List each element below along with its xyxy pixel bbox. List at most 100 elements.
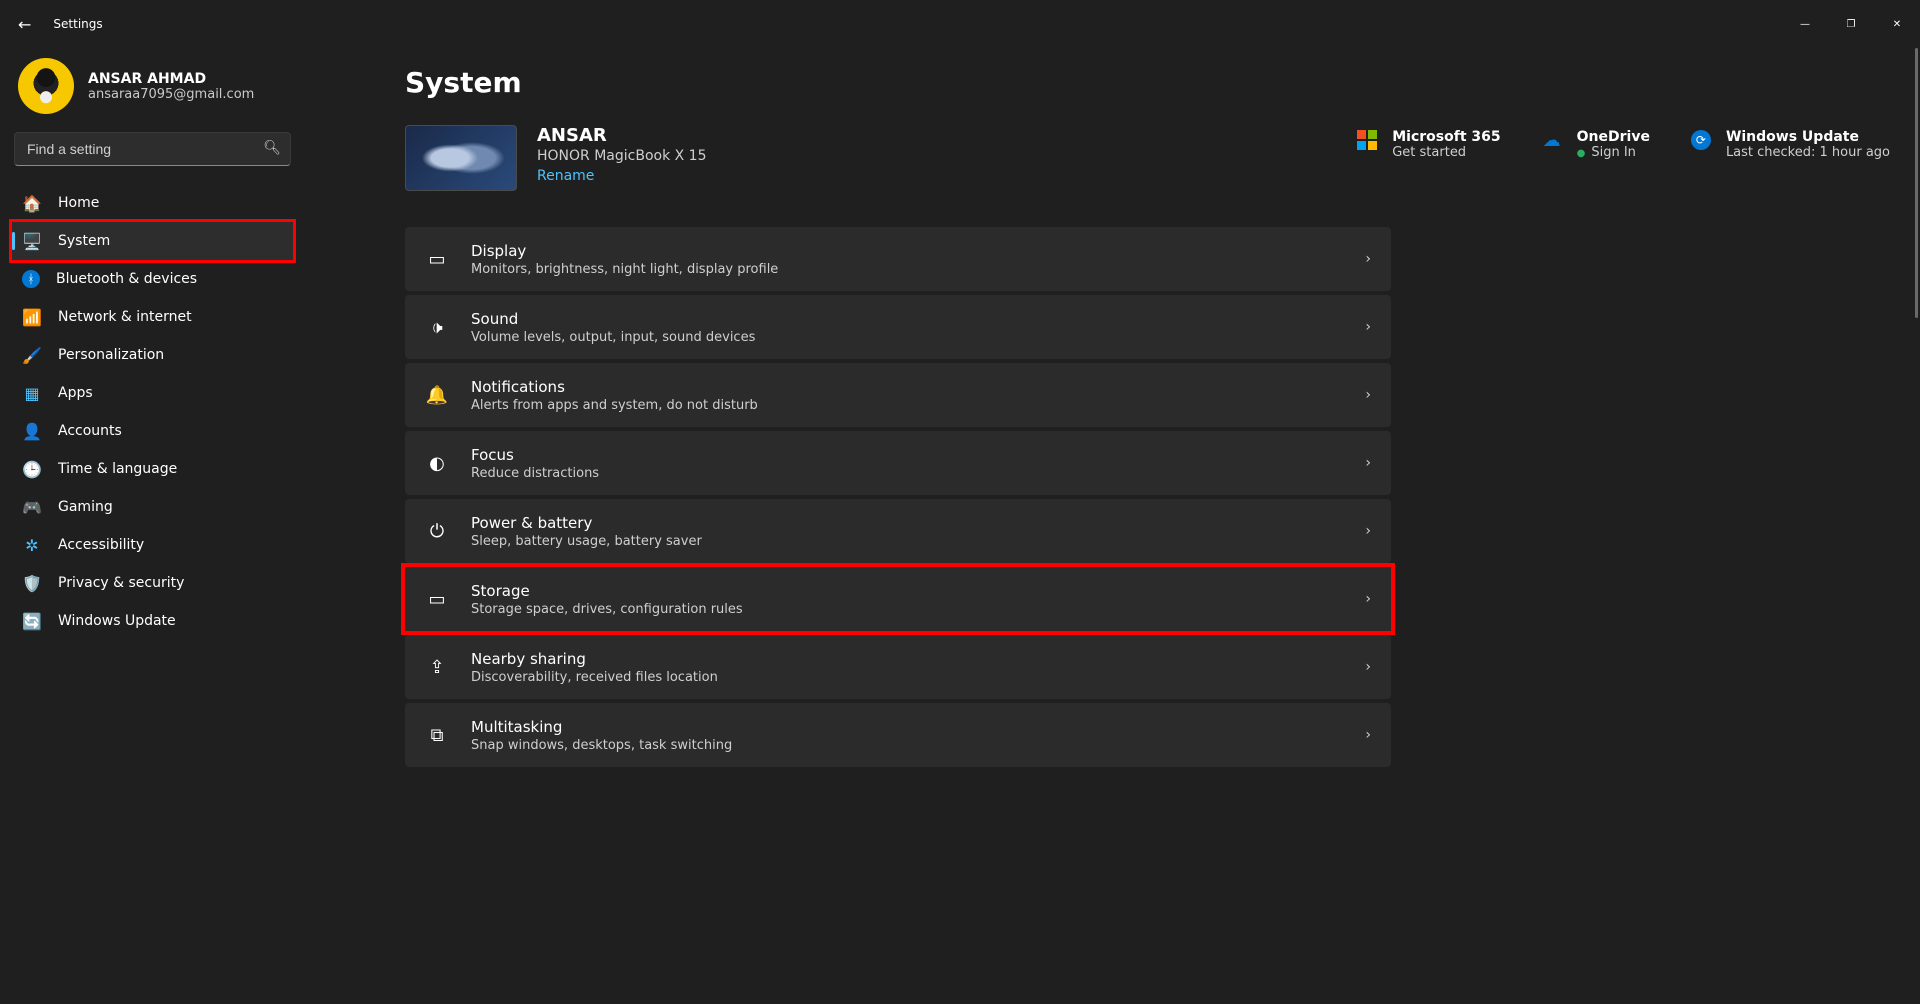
setting-display[interactable]: ▭DisplayMonitors, brightness, night ligh… <box>405 227 1391 291</box>
sound-icon: 🕩 <box>425 317 449 338</box>
sidebar-item-label: Home <box>58 195 99 211</box>
back-button[interactable]: ← <box>18 15 31 34</box>
app-title: Settings <box>53 17 102 31</box>
chevron-right-icon: › <box>1365 727 1371 743</box>
nearby-icon: ⇪ <box>425 657 449 678</box>
sidebar-item-time[interactable]: 🕒 Time & language <box>12 450 293 488</box>
pc-name: ANSAR <box>537 125 707 146</box>
user-block[interactable]: ANSAR AHMAD ansaraa7095@gmail.com <box>12 58 293 132</box>
sidebar-item-update[interactable]: 🔄 Windows Update <box>12 602 293 640</box>
cloud-icon: ☁ <box>1541 129 1563 151</box>
sidebar-item-bluetooth[interactable]: ᚼ Bluetooth & devices <box>12 260 293 298</box>
search-wrap: 🔍︎ <box>14 132 291 166</box>
user-name: ANSAR AHMAD <box>88 71 254 87</box>
chevron-right-icon: › <box>1365 591 1371 607</box>
promo-ms365-sub: Get started <box>1392 145 1500 160</box>
setting-subtitle: Sleep, battery usage, battery saver <box>471 534 1343 549</box>
chevron-right-icon: › <box>1365 387 1371 403</box>
sidebar-item-apps[interactable]: ▦ Apps <box>12 374 293 412</box>
setting-nearby[interactable]: ⇪Nearby sharingDiscoverability, received… <box>405 635 1391 699</box>
sidebar-item-personalization[interactable]: 🖌️ Personalization <box>12 336 293 374</box>
minimize-button[interactable]: — <box>1782 8 1828 40</box>
promo-winupdate-sub: Last checked: 1 hour ago <box>1726 145 1890 160</box>
setting-title: Display <box>471 242 1343 260</box>
setting-sound[interactable]: 🕩SoundVolume levels, output, input, soun… <box>405 295 1391 359</box>
window-controls: — ❐ ✕ <box>1782 8 1920 40</box>
sidebar-item-network[interactable]: 📶 Network & internet <box>12 298 293 336</box>
home-icon: 🏠 <box>22 194 42 213</box>
close-button[interactable]: ✕ <box>1874 8 1920 40</box>
sidebar-item-accounts[interactable]: 👤Accounts <box>12 412 293 450</box>
update-icon: 🔄 <box>22 612 42 631</box>
setting-multitasking[interactable]: ⧉ Multitasking Snap windows, desktops, tas… <box>405 703 1391 767</box>
sidebar-item-label: System <box>58 233 110 249</box>
chevron-right-icon: › <box>1365 659 1371 675</box>
scrollbar-thumb[interactable] <box>1915 48 1918 318</box>
privacy-icon: 🛡️ <box>22 574 42 593</box>
setting-focus[interactable]: ◐ Focus Reduce distractions › <box>405 431 1391 495</box>
maximize-button[interactable]: ❐ <box>1828 8 1874 40</box>
search-input[interactable] <box>14 132 291 166</box>
chevron-right-icon: › <box>1365 455 1371 471</box>
sidebar-item-accessibility[interactable]: ✲Accessibility <box>12 526 293 564</box>
setting-subtitle: Storage space, drives, configuration rul… <box>471 602 1343 617</box>
apps-icon: ▦ <box>22 384 42 403</box>
setting-title: Sound <box>471 310 1343 328</box>
user-email: ansaraa7095@gmail.com <box>88 87 254 102</box>
setting-subtitle: Snap windows, desktops, task switching <box>471 738 1343 753</box>
focus-icon: ◐ <box>425 453 449 474</box>
setting-subtitle: Reduce distractions <box>471 466 1343 481</box>
network-icon: 📶 <box>22 308 42 327</box>
sidebar-item-label: Gaming <box>58 499 113 515</box>
settings-list: ▭DisplayMonitors, brightness, night ligh… <box>405 227 1391 767</box>
setting-title: Multitasking <box>471 718 1343 736</box>
page-title: System <box>405 66 1890 99</box>
sidebar-item-label: Windows Update <box>58 613 176 629</box>
power-icon: ⏻ <box>425 521 449 542</box>
sidebar-item-privacy[interactable]: 🛡️ Privacy & security <box>12 564 293 602</box>
setting-storage[interactable]: ▭StorageStorage space, drives, configura… <box>405 567 1391 631</box>
sidebar-item-label: Personalization <box>58 347 164 363</box>
nav: 🏠 Home 🖥️ System ᚼ Bluetooth & devices 📶 Networ… <box>12 184 293 640</box>
sidebar: ANSAR AHMAD ansaraa7095@gmail.com 🔍︎ 🏠 Ho… <box>0 48 305 1004</box>
chevron-right-icon: › <box>1365 523 1371 539</box>
pc-model: HONOR MagicBook X 15 <box>537 148 707 164</box>
time-icon: 🕒 <box>22 460 42 479</box>
setting-subtitle: Discoverability, received files location <box>471 670 1343 685</box>
chevron-right-icon: › <box>1365 251 1371 267</box>
setting-title: Focus <box>471 446 1343 464</box>
promo-onedrive[interactable]: ☁ OneDrive ●Sign In <box>1541 129 1650 160</box>
gaming-icon: 🎮 <box>22 498 42 517</box>
system-icon: 🖥️ <box>22 232 42 251</box>
bluetooth-icon: ᚼ <box>22 270 40 288</box>
ms365-icon <box>1356 129 1378 151</box>
promo-onedrive-sub: ●Sign In <box>1577 145 1650 160</box>
sidebar-item-gaming[interactable]: 🎮 Gaming <box>12 488 293 526</box>
setting-power[interactable]: ⏻ Power & battery Sleep, battery usage, ba… <box>405 499 1391 563</box>
sidebar-item-label: Apps <box>58 385 93 401</box>
sidebar-item-label: Privacy & security <box>58 575 184 591</box>
setting-title: Storage <box>471 582 1343 600</box>
promo-onedrive-title: OneDrive <box>1577 129 1650 145</box>
avatar <box>18 58 74 114</box>
promo-winupdate-title: Windows Update <box>1726 129 1890 145</box>
sidebar-item-label: Bluetooth & devices <box>56 271 197 287</box>
sidebar-item-home[interactable]: 🏠 Home <box>12 184 293 222</box>
sidebar-item-label: Network & internet <box>58 309 192 325</box>
titlebar: ← Settings — ❐ ✕ <box>0 0 1920 48</box>
multitasking-icon: ⧉ <box>425 725 449 746</box>
sync-icon: ⟳ <box>1690 129 1712 151</box>
accounts-icon: 👤 <box>22 422 42 441</box>
pc-thumbnail[interactable] <box>405 125 517 191</box>
setting-title: Power & battery <box>471 514 1343 532</box>
sidebar-item-label: Time & language <box>58 461 177 477</box>
promo-winupdate[interactable]: ⟳ Windows Update Last checked: 1 hour ag… <box>1690 129 1890 160</box>
sidebar-item-label: Accessibility <box>58 537 144 553</box>
notifications-icon: 🔔 <box>425 385 449 406</box>
main: System ANSAR HONOR MagicBook X 15 Rename… <box>305 48 1920 1004</box>
setting-notifications[interactable]: 🔔NotificationsAlerts from apps and syste… <box>405 363 1391 427</box>
promo-ms365[interactable]: Microsoft 365 Get started <box>1356 129 1500 160</box>
sidebar-item-system[interactable]: 🖥️ System <box>12 222 293 260</box>
rename-link[interactable]: Rename <box>537 168 707 184</box>
personalization-icon: 🖌️ <box>22 346 42 365</box>
